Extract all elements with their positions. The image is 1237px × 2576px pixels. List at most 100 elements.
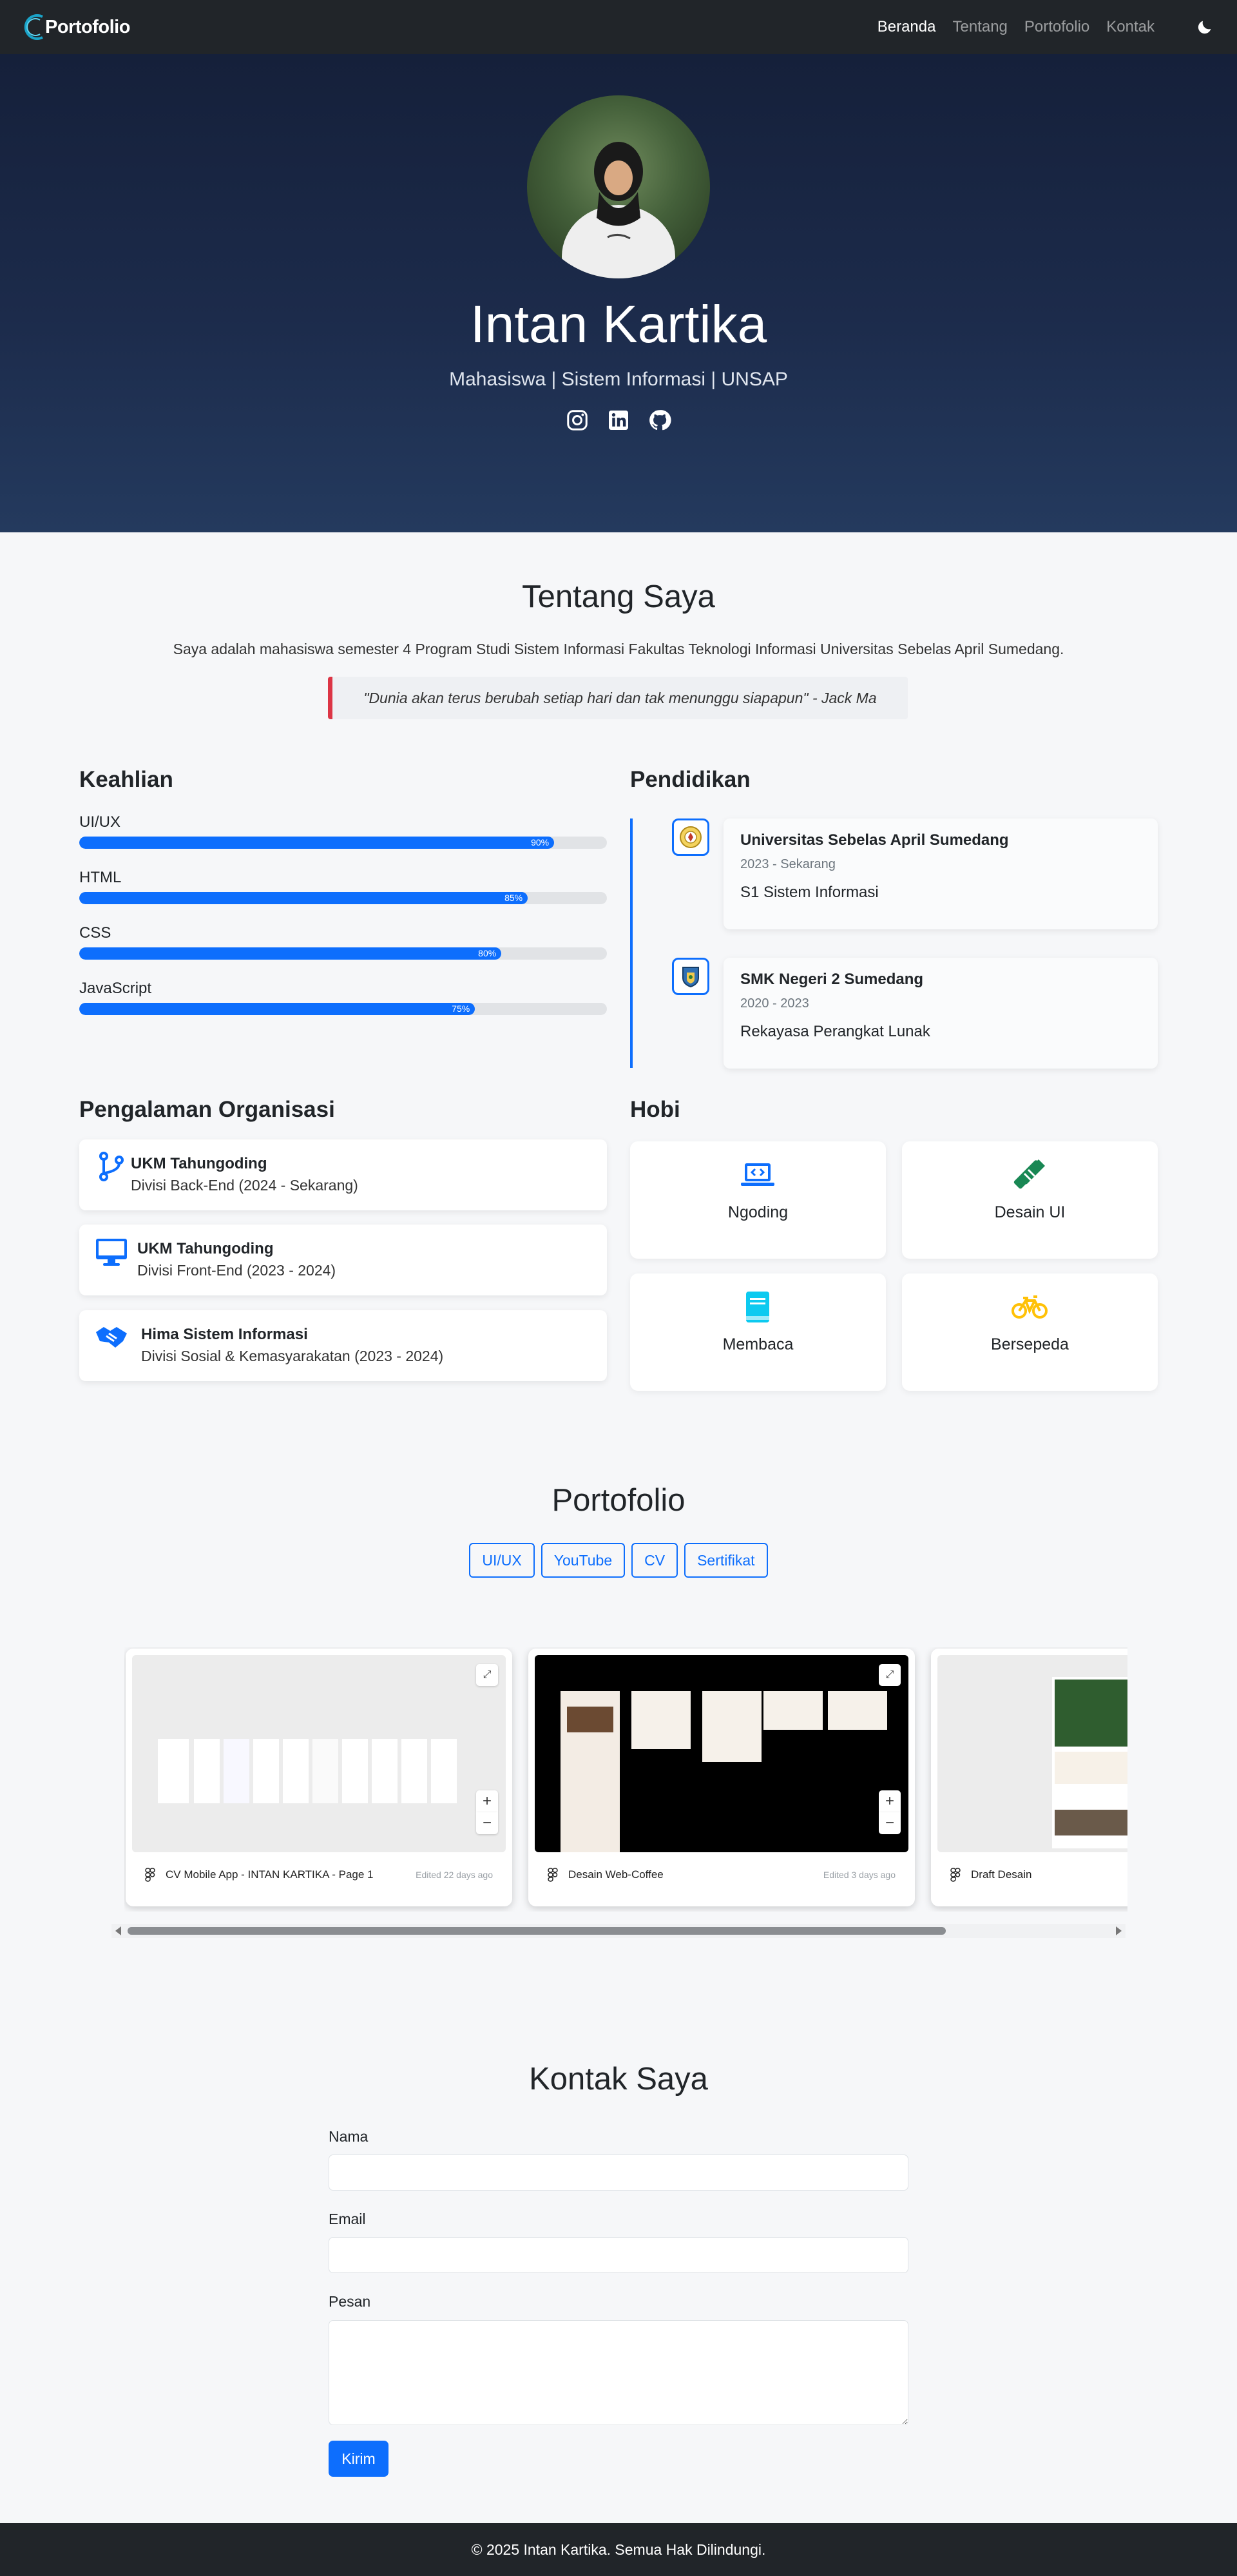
pen-ruler-icon	[1013, 1159, 1045, 1189]
portfolio-carousel: ⤢ + − CV Mobile App - INTAN KARTIKA - Pa…	[124, 1647, 1127, 1912]
portfolio-card-footer: Desain Web-Coffee Edited 3 days ago	[535, 1852, 908, 1882]
scroll-left-arrow-icon[interactable]	[115, 1926, 121, 1935]
skill-item: UI/UX 90%	[79, 813, 607, 849]
filter-sertifikat-button[interactable]: Sertifikat	[684, 1543, 768, 1578]
school-logo-icon	[672, 958, 709, 995]
education-years: 2020 - 2023	[740, 996, 809, 1011]
expand-icon[interactable]: ⤢	[879, 1664, 901, 1686]
organization-name: UKM Tahungoding	[137, 1240, 274, 1257]
filter-uiux-button[interactable]: UI/UX	[469, 1543, 535, 1578]
skill-progress-fill: 85%	[79, 892, 528, 904]
github-icon[interactable]	[648, 409, 671, 432]
nav-link-kontak[interactable]: Kontak	[1106, 18, 1155, 36]
university-logo-icon	[672, 818, 709, 856]
social-links	[0, 409, 1237, 432]
hobby-label: Bersepeda	[991, 1335, 1069, 1353]
figma-embed-preview[interactable]: ⤢ + −	[132, 1655, 506, 1852]
portfolio-card-edited: Edited 3 days ago	[823, 1870, 896, 1880]
education-card: Universitas Sebelas April Sumedang 2023 …	[724, 818, 1158, 929]
email-field[interactable]	[329, 2237, 908, 2273]
quote-block: "Dunia akan terus berubah setiap hari da…	[328, 677, 908, 719]
education-major: S1 Sistem Informasi	[740, 884, 879, 901]
education-card: SMK Negeri 2 Sumedang 2020 - 2023 Rekaya…	[724, 958, 1158, 1069]
skill-progress-fill: 80%	[79, 947, 502, 960]
organization-role: Divisi Front-End (2023 - 2024)	[137, 1262, 336, 1279]
scroll-right-arrow-icon[interactable]	[1116, 1926, 1122, 1935]
zoom-in-icon[interactable]: +	[476, 1790, 498, 1812]
monitor-icon	[96, 1239, 127, 1266]
portfolio-card-title: Draft Desain	[971, 1868, 1032, 1881]
navbar: Portofolio Beranda Tentang Portofolio Ko…	[0, 0, 1237, 54]
portfolio-card-title: Desain Web-Coffee	[568, 1868, 664, 1881]
zoom-in-icon[interactable]: +	[879, 1790, 901, 1812]
hobby-card-bersepeda: Bersepeda	[902, 1273, 1158, 1391]
footer: © 2025 Intan Kartika. Semua Hak Dilindun…	[0, 2523, 1237, 2576]
portfolio-filters: UI/UX YouTube CV Sertifikat	[0, 1543, 1237, 1578]
name-field[interactable]	[329, 2155, 908, 2191]
scrollbar-thumb[interactable]	[128, 1927, 946, 1935]
organization-card: Hima Sistem Informasi Divisi Sosial & Ke…	[79, 1310, 607, 1381]
message-field[interactable]	[329, 2320, 908, 2425]
nav-link-beranda[interactable]: Beranda	[877, 18, 936, 36]
filter-cv-button[interactable]: CV	[631, 1543, 678, 1578]
portfolio-title: Portofolio	[551, 1483, 686, 1518]
nav-link-portofolio[interactable]: Portofolio	[1024, 18, 1089, 36]
timeline-line	[630, 818, 633, 1068]
nav-link-tentang[interactable]: Tentang	[952, 18, 1007, 36]
education-school: Universitas Sebelas April Sumedang	[740, 831, 1009, 849]
laptop-code-icon	[741, 1163, 774, 1186]
figma-embed-preview[interactable]	[937, 1655, 1127, 1852]
portfolio-card[interactable]: ⤢ + − Desain Web-Coffee Edited 3 days ag…	[528, 1649, 915, 1906]
about-text: Saya adalah mahasiswa semester 4 Program…	[173, 641, 1064, 657]
skill-progress-fill: 90%	[79, 837, 555, 849]
about-title: Tentang Saya	[522, 579, 715, 614]
hero-subtitle: Mahasiswa | Sistem Informasi | UNSAP	[449, 369, 788, 390]
zoom-out-icon[interactable]: −	[476, 1812, 498, 1834]
hero-name: Intan Kartika	[470, 295, 767, 354]
organization-name: Hima Sistem Informasi	[141, 1326, 308, 1343]
portfolio-card-footer: CV Mobile App - INTAN KARTIKA - Page 1 E…	[132, 1852, 506, 1882]
carousel-scrollbar[interactable]	[111, 1924, 1126, 1938]
education-school: SMK Negeri 2 Sumedang	[740, 971, 924, 988]
message-label: Pesan	[329, 2293, 371, 2310]
instagram-icon[interactable]	[566, 409, 589, 432]
expand-icon[interactable]: ⤢	[476, 1664, 498, 1686]
organization-role: Divisi Back-End (2024 - Sekarang)	[131, 1177, 358, 1194]
hobby-label: Membaca	[722, 1335, 794, 1353]
portfolio-card[interactable]: Draft Desain	[931, 1649, 1127, 1906]
skills-title: Keahlian	[79, 767, 173, 792]
bicycle-icon	[1012, 1295, 1048, 1319]
portfolio-card[interactable]: ⤢ + − CV Mobile App - INTAN KARTIKA - Pa…	[126, 1649, 512, 1906]
quote-text: "Dunia akan terus berubah setiap hari da…	[363, 689, 877, 706]
figma-icon	[145, 1868, 155, 1882]
skill-item: CSS 80%	[79, 924, 607, 960]
hobby-card-ngoding: Ngoding	[630, 1141, 886, 1259]
hobby-card-membaca: Membaca	[630, 1273, 886, 1391]
footer-text: © 2025 Intan Kartika. Semua Hak Dilindun…	[471, 2541, 766, 2558]
education-years: 2023 - Sekarang	[740, 857, 836, 871]
linkedin-icon[interactable]	[607, 409, 630, 432]
skill-progress-bar: 75%	[79, 1003, 607, 1015]
email-label: Email	[329, 2211, 366, 2227]
brand-logo[interactable]: Portofolio	[23, 12, 130, 43]
brand-arc-icon	[24, 14, 43, 40]
submit-button[interactable]: Kirim	[329, 2441, 388, 2477]
handshake-icon	[96, 1327, 127, 1348]
zoom-out-icon[interactable]: −	[879, 1812, 901, 1834]
figma-embed-preview[interactable]: ⤢ + −	[535, 1655, 908, 1852]
organization-name: UKM Tahungoding	[131, 1155, 267, 1172]
organization-title: Pengalaman Organisasi	[79, 1097, 335, 1122]
skill-name: JavaScript	[79, 980, 152, 997]
figma-icon	[950, 1868, 961, 1882]
contact-title: Kontak Saya	[529, 2062, 708, 2097]
portfolio-card-footer: Draft Desain	[937, 1852, 1127, 1882]
filter-youtube-button[interactable]: YouTube	[541, 1543, 626, 1578]
skill-name: UI/UX	[79, 813, 121, 831]
education-title: Pendidikan	[630, 767, 751, 792]
figma-icon	[548, 1868, 558, 1882]
book-icon	[746, 1292, 769, 1322]
hero-section: Intan Kartika Mahasiswa | Sistem Informa…	[0, 54, 1237, 532]
skill-name: HTML	[79, 869, 122, 886]
moon-icon[interactable]	[1196, 18, 1214, 36]
skill-progress-bar: 85%	[79, 892, 607, 904]
